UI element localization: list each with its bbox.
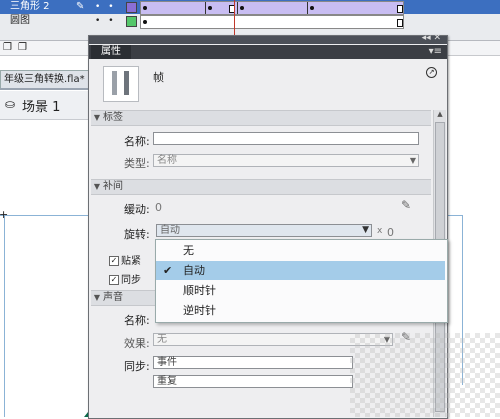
menu-item-auto[interactable]: ✔ 自动 <box>156 261 445 280</box>
layer-toggle-dots[interactable]: •• <box>95 14 122 28</box>
keyframe[interactable] <box>143 20 147 24</box>
section-label-title: 标签 <box>103 112 123 123</box>
rotate-times-prefix: x <box>377 226 383 236</box>
help-icon[interactable]: ↗ <box>426 67 437 78</box>
keyframe[interactable] <box>143 6 147 10</box>
frame-tick <box>307 2 308 14</box>
effect-select-value: 无 <box>157 334 167 345</box>
section-tween[interactable]: ▼ 补间 <box>91 179 431 195</box>
menu-item-label: 自动 <box>183 264 205 277</box>
panel-titlebar[interactable]: ◂◂ ✕ <box>89 33 447 44</box>
document-tab-label: 年级三角转换.fla* <box>4 74 85 85</box>
check-icon: ✓ <box>109 256 119 266</box>
frame-type-label: 帧 <box>153 71 164 84</box>
scene-label[interactable]: 场景 1 <box>22 96 60 115</box>
sync-label: 同步: <box>124 360 150 373</box>
stage-border <box>4 215 5 417</box>
layer-frames[interactable] <box>140 15 404 29</box>
name-label: 名称: <box>124 135 150 148</box>
new-layer-icon[interactable]: ❐ <box>3 41 12 55</box>
menu-item-label: 无 <box>183 244 194 257</box>
panel-header: ▾≡ <box>89 45 447 59</box>
chevron-down-icon: ▼ <box>362 225 369 235</box>
section-sound[interactable]: ▼ 声音 <box>91 290 155 306</box>
layer-name: 圆图 <box>10 15 30 26</box>
document-tab-underline <box>0 88 100 90</box>
layer-color-swatch[interactable] <box>126 2 137 13</box>
keyframe[interactable] <box>208 6 212 10</box>
pixelated-overlay <box>350 333 500 417</box>
sync-checkbox[interactable]: ✓ 同步 <box>109 271 141 286</box>
new-folder-icon[interactable]: ❐ <box>18 41 27 55</box>
chevron-down-icon: ▼ <box>93 182 101 191</box>
layer-frames[interactable] <box>140 1 404 15</box>
document-tab[interactable]: 年级三角转换.fla* <box>0 70 92 88</box>
keyframe[interactable] <box>310 6 314 10</box>
rotate-select-value: 自动 <box>160 225 180 236</box>
keyframe-empty[interactable] <box>397 19 403 27</box>
layer-row-triangle[interactable]: 三角形 2 ✎ •• <box>0 0 500 15</box>
chevron-down-icon: ▼ <box>93 293 101 302</box>
chevron-down-icon: ▼ <box>93 113 101 122</box>
menu-item-none[interactable]: 无 <box>156 241 445 260</box>
layer-color-swatch[interactable] <box>126 16 137 27</box>
snap-label: 贴紧 <box>121 256 141 267</box>
sound-sync-select[interactable]: 事件 <box>153 356 353 369</box>
check-icon: ✓ <box>109 275 119 285</box>
pencil-icon: ✎ <box>76 1 85 12</box>
sound-repeat-select[interactable]: 重复 <box>153 375 353 388</box>
menu-item-clockwise[interactable]: 顺时针 <box>156 281 445 300</box>
frame-tick <box>205 2 206 14</box>
sound-sync-value: 事件 <box>157 357 177 368</box>
section-label[interactable]: ▼ 标签 <box>91 110 431 126</box>
edit-ease-pencil-icon[interactable]: ✎ <box>401 198 411 212</box>
rotate-times-value[interactable]: 0 <box>387 226 394 239</box>
sound-name-label: 名称: <box>124 314 150 327</box>
sound-repeat-value: 重复 <box>157 376 177 387</box>
keyframe[interactable] <box>240 6 244 10</box>
collapse-icon[interactable]: ◂◂ ✕ <box>422 33 441 43</box>
effect-label: 效果: <box>124 337 150 350</box>
label-type-select[interactable]: 名称 ▼ <box>153 154 419 167</box>
checkmark-icon: ✔ <box>163 264 173 277</box>
ease-value[interactable]: 0 <box>155 201 162 214</box>
frame-icon <box>103 66 139 102</box>
rotate-label: 旋转: <box>124 228 150 241</box>
menu-item-label: 逆时针 <box>183 304 216 317</box>
layer-toggle-dots[interactable]: •• <box>95 0 122 14</box>
menu-item-counterclockwise[interactable]: 逆时针 <box>156 301 445 320</box>
section-tween-title: 补间 <box>103 181 123 192</box>
keyframe-empty[interactable] <box>397 5 403 13</box>
crosshair-icon: + <box>0 208 9 221</box>
tab-properties[interactable]: 属性 <box>91 45 131 59</box>
sync-label: 同步 <box>121 275 141 286</box>
scroll-up-icon[interactable]: ▲ <box>434 110 446 120</box>
panel-menu-icon[interactable]: ▾≡ <box>429 45 442 59</box>
frame-tick <box>237 2 238 14</box>
menu-item-label: 顺时针 <box>183 284 216 297</box>
frame-name-input[interactable] <box>153 132 419 145</box>
chevron-down-icon: ▼ <box>409 156 416 165</box>
ease-label: 缓动: <box>124 203 150 216</box>
type-label: 类型: <box>124 157 150 170</box>
rotate-dropdown-menu: 无 ✔ 自动 顺时针 逆时针 <box>155 239 448 323</box>
scene-icon: ⛀ <box>5 97 16 111</box>
scene-bar: ⛀ 场景 1 <box>0 91 100 120</box>
label-type-value: 名称 <box>157 155 177 166</box>
section-sound-title: 声音 <box>103 292 123 303</box>
layer-name: 三角形 2 <box>10 1 50 12</box>
layer-row-circle[interactable]: 圆图 •• <box>0 14 500 29</box>
rotate-select[interactable]: 自动 ▼ <box>156 224 372 237</box>
snap-checkbox[interactable]: ✓ 贴紧 <box>109 252 141 267</box>
